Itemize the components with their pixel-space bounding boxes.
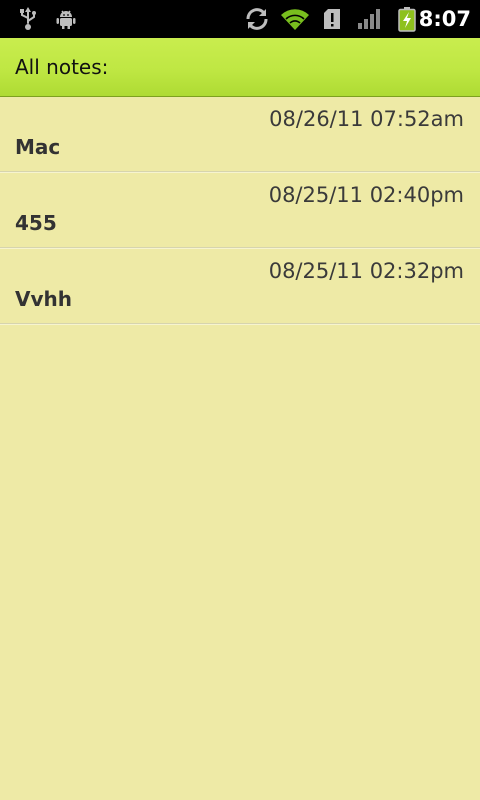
status-bar: 8:07: [0, 0, 480, 38]
notes-list: 08/26/11 07:52am Mac 08/25/11 02:40pm 45…: [0, 97, 480, 325]
note-list-item[interactable]: 08/25/11 02:32pm Vvhh: [0, 249, 480, 324]
sd-card-alert-icon: [320, 5, 344, 33]
android-debug-icon: [54, 5, 78, 33]
note-title: Mac: [15, 135, 61, 159]
title-bar: All notes:: [0, 38, 480, 97]
note-list-item[interactable]: 08/26/11 07:52am Mac: [0, 97, 480, 172]
note-list-item[interactable]: 08/25/11 02:40pm 455: [0, 173, 480, 248]
signal-icon: [356, 5, 384, 33]
note-date: 08/26/11 07:52am: [269, 107, 464, 131]
note-title: Vvhh: [15, 287, 72, 311]
note-date: 08/25/11 02:40pm: [268, 183, 464, 207]
note-date: 08/25/11 02:32pm: [268, 259, 464, 283]
note-title: 455: [15, 211, 57, 235]
wifi-icon: [279, 5, 311, 33]
sync-icon: [243, 5, 271, 33]
battery-charging-icon: [396, 5, 418, 33]
clock-time: 8:07: [418, 7, 471, 31]
usb-icon: [16, 5, 40, 33]
page-title: All notes:: [15, 55, 109, 79]
